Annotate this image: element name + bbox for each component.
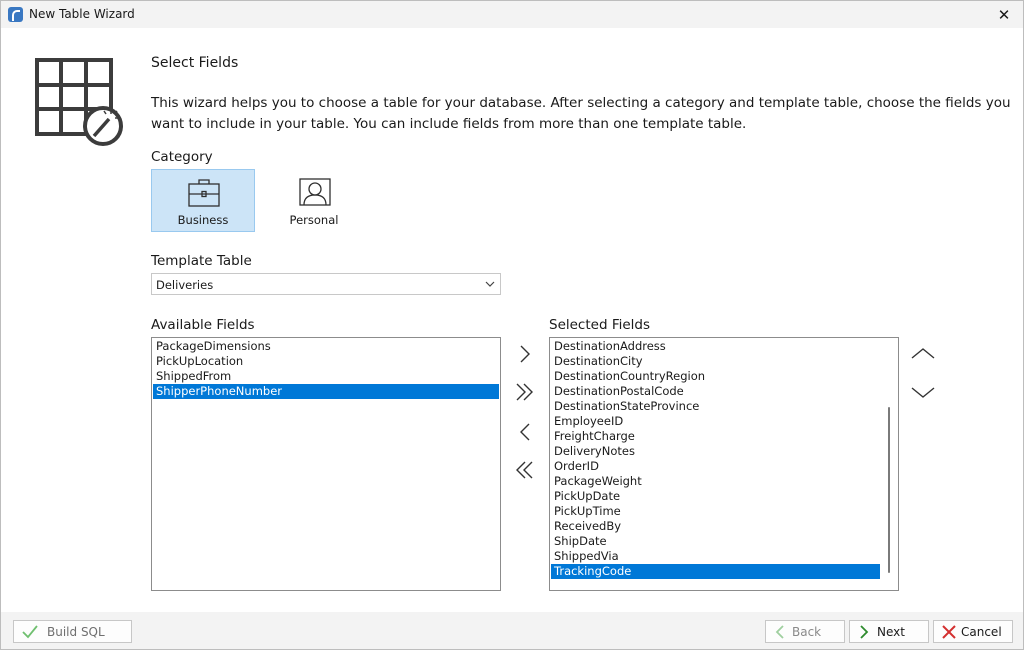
selected-fields-list[interactable]: DestinationAddress DestinationCity Destina… (549, 337, 899, 591)
list-item[interactable]: PackageDimensions (153, 339, 499, 354)
category-business-tile[interactable]: Business (151, 169, 255, 232)
page-title: Select Fields (151, 55, 239, 71)
template-table-label: Template Table (151, 253, 252, 269)
page-description: This wizard helps you to choose a table … (151, 95, 1011, 132)
list-item[interactable]: TrackingCode (551, 564, 880, 579)
list-item[interactable]: ReceivedBy (551, 519, 880, 534)
move-up-button[interactable] (908, 340, 938, 368)
person-icon (299, 178, 331, 206)
list-item[interactable]: DestinationCity (551, 354, 880, 369)
available-fields-list[interactable]: PackageDimensions PickUpLocation ShippedFr… (151, 337, 501, 591)
list-item[interactable]: DestinationPostalCode (551, 384, 880, 399)
cancel-button[interactable]: Cancel (933, 620, 1013, 643)
chevron-left-icon (775, 625, 784, 639)
wizard-footer: Build SQL Back Next Cancel (1, 612, 1023, 649)
available-fields-label: Available Fields (151, 317, 255, 333)
list-item[interactable]: FreightCharge (551, 429, 880, 444)
cancel-x-icon (942, 625, 956, 639)
template-table-dropdown[interactable]: Deliveries (151, 273, 501, 295)
chevron-down-icon (911, 387, 935, 398)
title-bar: New Table Wizard ✕ (1, 1, 1023, 28)
category-label: Category (151, 149, 213, 165)
build-sql-label: Build SQL (47, 625, 105, 639)
list-item[interactable]: DeliveryNotes (551, 444, 880, 459)
double-chevron-right-icon (516, 383, 533, 401)
move-down-button[interactable] (908, 378, 938, 406)
chevron-right-icon (520, 345, 530, 363)
remove-field-button[interactable] (510, 418, 540, 446)
add-all-fields-button[interactable] (510, 378, 540, 406)
list-item[interactable]: EmployeeID (551, 414, 880, 429)
list-item[interactable]: ShipperPhoneNumber (153, 384, 499, 399)
close-icon[interactable]: ✕ (993, 4, 1015, 26)
next-button[interactable]: Next (849, 620, 929, 643)
scrollbar-thumb[interactable] (888, 407, 890, 573)
chevron-left-icon (520, 423, 530, 441)
list-item[interactable]: OrderID (551, 459, 880, 474)
briefcase-icon (188, 179, 220, 207)
add-field-button[interactable] (510, 340, 540, 368)
list-item[interactable]: DestinationAddress (551, 339, 880, 354)
chevron-right-icon (860, 625, 869, 639)
next-label: Next (877, 625, 905, 639)
category-personal-label: Personal (289, 213, 339, 227)
table-wizard-icon (35, 58, 123, 146)
double-chevron-left-icon (516, 461, 533, 479)
back-button[interactable]: Back (765, 620, 845, 643)
app-logo-icon (8, 7, 23, 22)
list-item[interactable]: PickUpTime (551, 504, 880, 519)
selected-fields-scrollbar[interactable] (881, 338, 898, 590)
list-item[interactable]: PickUpDate (551, 489, 880, 504)
list-item[interactable]: ShipDate (551, 534, 880, 549)
list-item[interactable]: DestinationCountryRegion (551, 369, 880, 384)
list-item[interactable]: DestinationStateProvince (551, 399, 880, 414)
wizard-window: New Table Wizard ✕ Select Fields This wi… (0, 0, 1024, 650)
build-sql-button[interactable]: Build SQL (13, 620, 132, 643)
chevron-up-icon (911, 348, 935, 359)
checkmark-icon (22, 625, 38, 639)
category-business-label: Business (177, 213, 229, 227)
list-item[interactable]: ShippedVia (551, 549, 880, 564)
wizard-content: Select Fields This wizard helps you to c… (1, 28, 1023, 612)
cancel-label: Cancel (961, 625, 1002, 639)
list-item[interactable]: ShippedFrom (153, 369, 499, 384)
template-table-value: Deliveries (156, 278, 214, 292)
remove-all-fields-button[interactable] (510, 456, 540, 484)
chevron-down-icon (485, 281, 495, 287)
list-item[interactable]: PickUpLocation (153, 354, 499, 369)
selected-fields-label: Selected Fields (549, 317, 651, 333)
list-item[interactable]: PackageWeight (551, 474, 880, 489)
category-personal-tile[interactable]: Personal (262, 169, 366, 232)
window-title: New Table Wizard (29, 7, 135, 21)
back-label: Back (792, 625, 822, 639)
